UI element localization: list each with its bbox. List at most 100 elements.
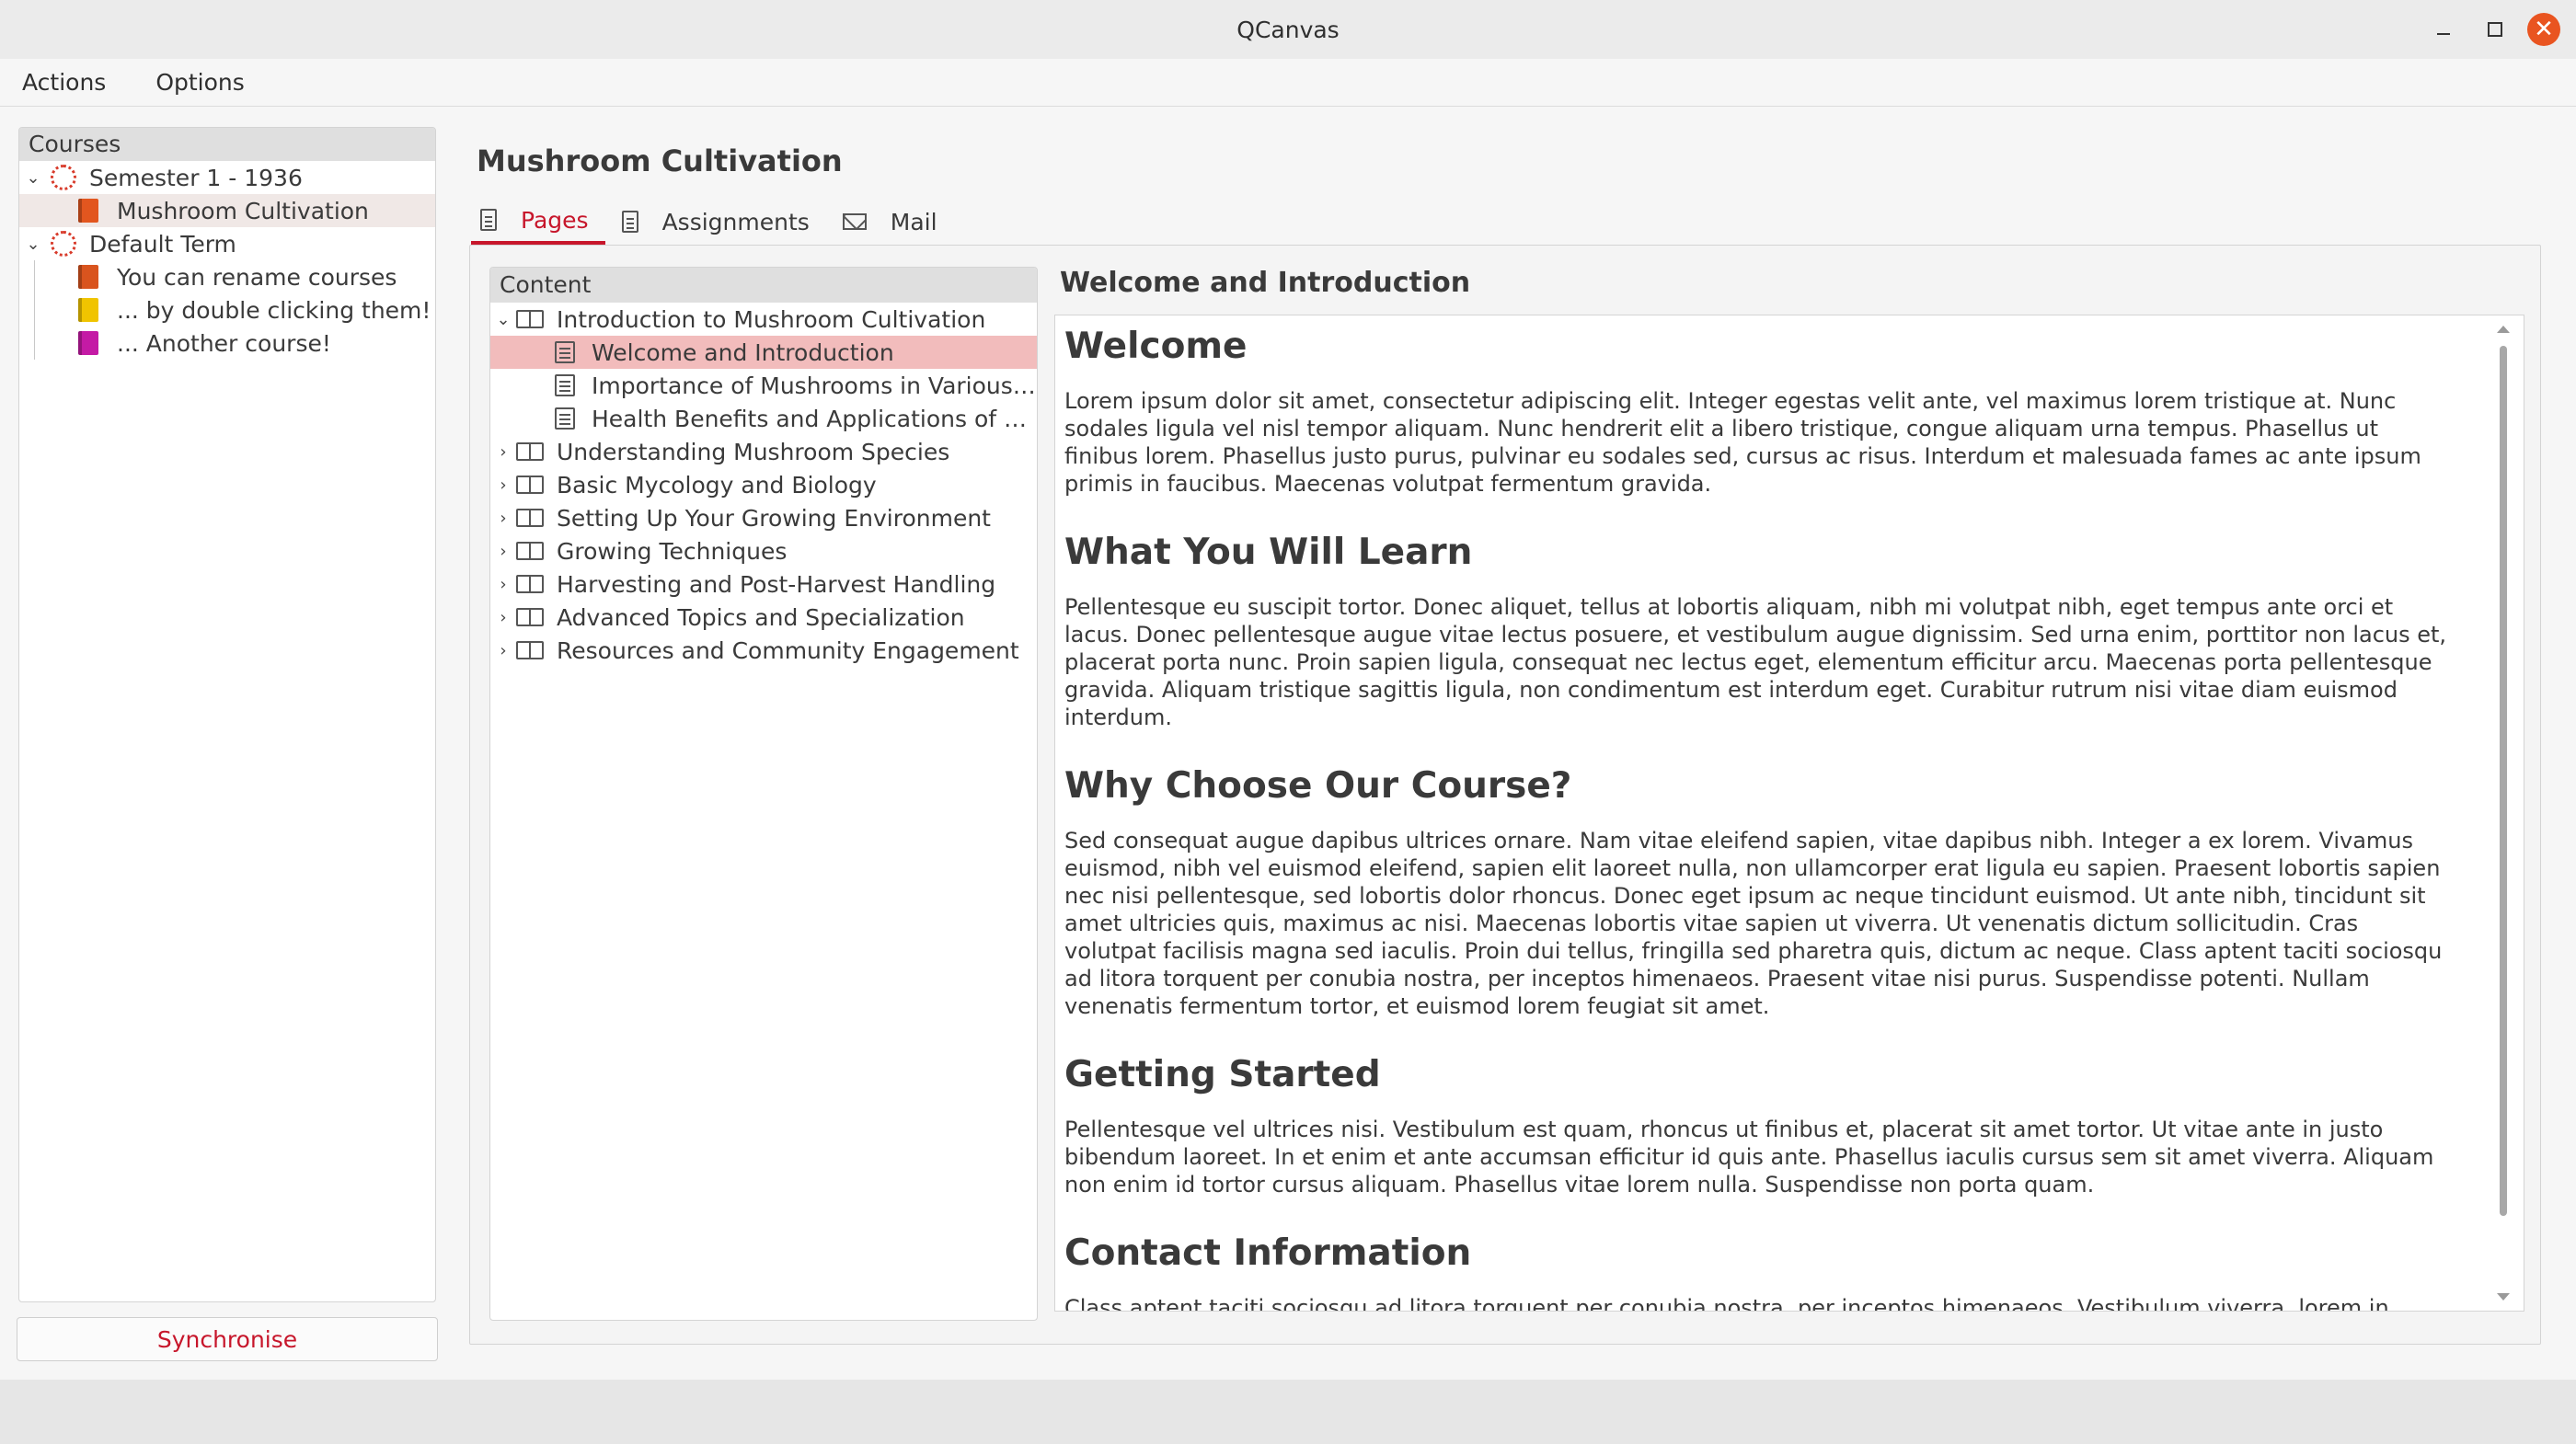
module-row[interactable]: › Growing Techniques [490,534,1037,567]
assignment-icon [621,211,638,233]
term-label: Semester 1 - 1936 [89,164,303,191]
tab-label: Mail [890,208,937,235]
module-row[interactable]: › Harvesting and Post-Harvest Handling [490,567,1037,601]
menu-actions[interactable]: Actions [11,65,117,99]
course-title: Mushroom Cultivation [477,143,843,178]
chevron-right-icon[interactable]: › [490,542,516,561]
module-icon [516,476,544,494]
close-icon: ✕ [2527,13,2560,46]
book-icon [78,298,98,322]
module-label: Resources and Community Engagement [557,636,1019,664]
module-row[interactable]: › Basic Mycology and Biology [490,468,1037,501]
tab-label: Pages [521,206,589,234]
chevron-right-icon[interactable]: › [490,509,516,528]
courses-header[interactable]: Courses [19,128,435,161]
content-tree: Content ⌄ Introduction to Mushroom Culti… [489,267,1038,1321]
section-title: Why Choose Our Course? [1064,765,1572,807]
module-row[interactable]: › Understanding Mushroom Species [490,435,1037,468]
page-icon [555,407,575,430]
scroll-thumb[interactable] [2500,346,2507,1216]
close-button[interactable]: ✕ [2526,0,2561,59]
page-label: Welcome and Introduction [592,338,894,366]
tab-assignments[interactable]: Assignments [613,199,826,245]
page-row-selected[interactable]: Welcome and Introduction [490,336,1037,369]
chevron-right-icon[interactable]: › [490,575,516,594]
page-label: Importance of Mushrooms in Various ... [592,372,1037,399]
window-title: QCanvas [1236,16,1340,43]
scroll-down-arrow-icon[interactable] [2497,1293,2510,1301]
section-body: Lorem ipsum dolor sit amet, consectetur … [1064,388,2421,497]
menu-bar: Actions Options [0,59,2576,107]
module-row[interactable]: › Setting Up Your Growing Environment [490,501,1037,534]
module-label: Harvesting and Post-Harvest Handling [557,570,996,598]
mail-icon [842,213,867,230]
module-label: Growing Techniques [557,537,788,565]
module-label: Basic Mycology and Biology [557,471,877,499]
page-label: Health Benefits and Applications of M... [592,405,1037,432]
book-icon [78,265,98,289]
chevron-down-icon[interactable]: ⌄ [19,235,47,254]
minimize-button[interactable] [2427,0,2460,59]
course-label: ... Another course! [117,329,331,357]
page-icon [555,341,575,363]
chevron-right-icon[interactable]: › [490,442,516,462]
module-label: Setting Up Your Growing Environment [557,504,991,532]
section-title: Welcome [1064,326,1248,367]
minimize-icon [2437,33,2450,35]
term-default[interactable]: ⌄ Default Term [19,227,435,260]
content-header[interactable]: Content [490,268,1037,303]
module-label: Introduction to Mushroom Cultivation [557,305,986,333]
scroll-up-arrow-icon[interactable] [2497,326,2510,333]
module-row[interactable]: › Advanced Topics and Specialization [490,601,1037,634]
course-mushroom-cultivation[interactable]: Mushroom Cultivation [19,194,435,227]
module-label: Advanced Topics and Specialization [557,603,965,631]
chevron-down-icon[interactable]: ⌄ [490,310,516,329]
section-body: Class aptent taciti sociosqu ad litora t… [1064,1295,2389,1312]
tab-pages[interactable]: Pages [471,199,605,245]
term-label: Default Term [89,230,236,258]
tab-label: Assignments [661,208,810,235]
module-label: Understanding Mushroom Species [557,438,950,465]
module-icon [516,608,544,626]
course-label: Mushroom Cultivation [117,197,369,224]
vertical-scrollbar[interactable] [2493,318,2513,1308]
synchronise-button[interactable]: Synchronise [17,1317,438,1361]
page-row[interactable]: Importance of Mushrooms in Various ... [490,369,1037,402]
chevron-down-icon[interactable]: ⌄ [19,168,47,188]
course-rename[interactable]: You can rename courses [19,260,435,293]
courses-tree: Courses ⌄ Semester 1 - 1936 Mushroom Cul… [18,127,436,1302]
term-icon [51,231,76,257]
module-icon [516,310,544,328]
section-body: Pellentesque vel ultrices nisi. Vestibul… [1064,1117,2434,1198]
module-icon [516,641,544,659]
section-body: Pellentesque eu suscipit tortor. Donec a… [1064,594,2447,730]
menu-options[interactable]: Options [144,65,255,99]
course-label: You can rename courses [117,263,397,291]
chevron-right-icon[interactable]: › [490,641,516,660]
course-label: ... by double clicking them! [117,296,431,324]
section-title: Getting Started [1064,1054,1381,1095]
tab-bar: Pages Assignments Mail [471,199,961,245]
course-double-click[interactable]: ... by double clicking them! [19,293,435,327]
course-another[interactable]: ... Another course! [19,327,435,360]
book-icon [78,199,98,223]
chevron-right-icon[interactable]: › [490,476,516,495]
page-row[interactable]: Health Benefits and Applications of M... [490,402,1037,435]
term-icon [51,165,76,190]
section-title: What You Will Learn [1064,532,1473,573]
maximize-icon [2488,22,2502,37]
book-icon [78,331,98,355]
tab-mail[interactable]: Mail [834,199,954,245]
module-row[interactable]: ⌄ Introduction to Mushroom Cultivation [490,303,1037,336]
maximize-button[interactable] [2478,0,2512,59]
module-row[interactable]: › Resources and Community Engagement [490,634,1037,667]
page-icon [480,209,497,231]
section-body: Sed consequat augue dapibus ultrices orn… [1064,828,2443,1019]
page-icon [555,374,575,396]
module-icon [516,575,544,593]
page-heading: Welcome and Introduction [1060,267,1471,299]
page-viewer[interactable]: Welcome Lorem ipsum dolor sit amet, cons… [1054,315,2524,1312]
chevron-right-icon[interactable]: › [490,608,516,627]
module-icon [516,509,544,527]
term-semester-1[interactable]: ⌄ Semester 1 - 1936 [19,161,435,194]
